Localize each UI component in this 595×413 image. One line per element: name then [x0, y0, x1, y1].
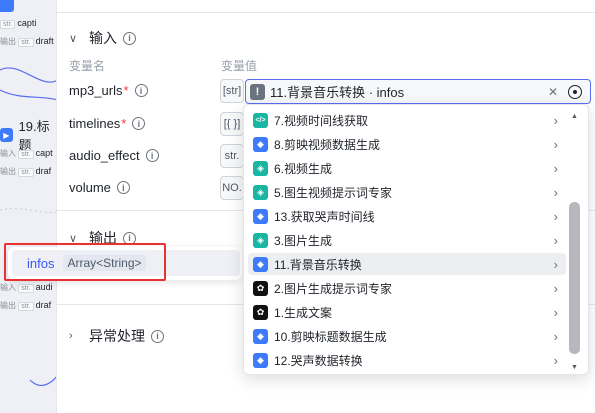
llm-icon: ✿	[253, 304, 268, 320]
scrollbar-thumb[interactable]	[569, 202, 580, 354]
dropdown-item[interactable]: ◆ 8.剪映视频数据生成 ›	[248, 133, 566, 155]
dropdown-item-label: 6.视频生成	[274, 161, 333, 176]
canvas-field: 输出 str. draf	[0, 300, 52, 311]
target-icon[interactable]	[568, 84, 582, 99]
type-tag: str.	[220, 144, 244, 168]
column-header-value: 变量值	[221, 59, 258, 73]
info-icon[interactable]: i	[151, 329, 164, 343]
dropdown-item-label: 5.图生视频提示词专家	[274, 185, 393, 200]
type-tag: [{ }]	[220, 112, 244, 136]
dropdown-item-label: 12.哭声数据转换	[274, 353, 363, 368]
chevron-right-icon: ›	[553, 328, 558, 344]
dropdown-item-label: 11.背景音乐转换	[274, 257, 362, 272]
warning-icon: !	[250, 83, 265, 100]
llm-icon: ✿	[253, 280, 268, 296]
canvas-field: 输入 str. audi	[0, 282, 53, 293]
canvas-field: 输出 str. draft	[0, 36, 54, 47]
info-icon[interactable]: i	[116, 181, 130, 194]
dropdown-item[interactable]: ◆ 12.哭声数据转换 ›	[248, 349, 566, 371]
param-timelines: timelines * i	[69, 116, 146, 131]
chevron-right-icon: ›	[553, 256, 558, 272]
exception-section-header[interactable]: › 异常处理 i	[69, 326, 164, 346]
node-icon	[0, 0, 14, 12]
scroll-down-icon[interactable]: ▼	[571, 364, 578, 371]
dropdown-item-label: 7.视频时间线获取	[274, 113, 369, 128]
param-mp3-urls: mp3_urls * i	[69, 83, 148, 98]
workflow-canvas[interactable]: str. capti 输出 str. draft ▶ 19.标题 输入 str. ca…	[0, 0, 58, 413]
param-audio-effect: audio_effect i	[69, 148, 159, 163]
type-tag: NO.	[220, 176, 244, 200]
play-icon: ▶	[0, 128, 13, 142]
chevron-right-icon: ›	[553, 352, 558, 368]
mp3-urls-reference-field[interactable]: ! 11.背景音乐转换 · infos ✕	[245, 79, 591, 104]
cube-icon: ◈	[253, 184, 268, 200]
canvas-field: str. capti	[0, 18, 36, 29]
chevron-right-icon: ›	[553, 208, 558, 224]
dropdown-item[interactable]: </> 7.视频时间线获取 ›	[248, 109, 566, 131]
chevron-right-icon: ›	[553, 184, 558, 200]
dropdown-item[interactable]: ◆ 11.背景音乐转换 ›	[248, 253, 566, 275]
type-tag: [str]	[220, 79, 244, 103]
info-icon[interactable]: i	[132, 117, 146, 130]
dropdown-item-label: 13.获取哭声时间线	[274, 209, 375, 224]
chevron-down-icon: ∨	[69, 32, 78, 45]
reference-dropdown[interactable]: </> 7.视频时间线获取 › ◆ 8.剪映视频数据生成 › ◈ 6.视频生成 › ◈ 5.图生视频…	[243, 104, 589, 375]
chevron-right-icon: ›	[553, 304, 558, 320]
divider	[57, 12, 595, 13]
chevron-right-icon: ›	[553, 280, 558, 296]
dropdown-item[interactable]: ◈ 5.图生视频提示词专家 ›	[248, 181, 566, 203]
dropdown-item-label: 1.生成文案	[274, 305, 333, 320]
canvas-field: 输出 str. draf	[0, 166, 52, 177]
info-icon[interactable]: i	[145, 149, 159, 162]
chevron-right-icon: ›	[553, 160, 558, 176]
canvas-field: 输入 str. capt	[0, 148, 53, 159]
dropdown-item[interactable]: ◈ 3.图片生成 ›	[248, 229, 566, 251]
input-section-header[interactable]: ∨ 输入 i	[69, 28, 136, 48]
dropdown-item[interactable]: ◆ 10.剪映标题数据生成 ›	[248, 325, 566, 347]
code-icon: </>	[253, 112, 268, 128]
info-icon[interactable]: i	[134, 84, 148, 97]
dropdown-item-label: 3.图片生成	[274, 233, 333, 248]
chevron-right-icon: ›	[553, 136, 558, 152]
scroll-up-icon[interactable]: ▲	[571, 113, 578, 120]
cube-icon: ◈	[253, 160, 268, 176]
chevron-right-icon: ›	[69, 330, 73, 342]
close-icon[interactable]: ✕	[548, 85, 558, 99]
plugin-icon: ◆	[253, 256, 268, 272]
plugin-icon: ◆	[253, 328, 268, 344]
info-icon[interactable]: i	[123, 31, 136, 45]
column-header-name: 变量名	[69, 59, 106, 73]
plugin-icon: ◆	[253, 352, 268, 368]
chevron-right-icon: ›	[553, 232, 558, 248]
dropdown-item[interactable]: ✿ 2.图片生成提示词专家 ›	[248, 277, 566, 299]
dropdown-item-label: 10.剪映标题数据生成	[274, 329, 387, 344]
highlight-annotation	[4, 243, 166, 281]
chevron-right-icon: ›	[553, 112, 558, 128]
plugin-icon: ◆	[253, 136, 268, 152]
dropdown-item-label: 8.剪映视频数据生成	[274, 137, 381, 152]
dropdown-item[interactable]: ✿ 1.生成文案 ›	[248, 301, 566, 323]
dropdown-item-label: 2.图片生成提示词专家	[274, 281, 393, 296]
plugin-icon: ◆	[253, 208, 268, 224]
cube-icon: ◈	[253, 232, 268, 248]
dropdown-item[interactable]: ◈ 6.视频生成 ›	[248, 157, 566, 179]
dropdown-item[interactable]: ◆ 13.获取哭声时间线 ›	[248, 205, 566, 227]
connection-lines	[0, 67, 58, 387]
param-volume: volume i	[69, 180, 130, 195]
